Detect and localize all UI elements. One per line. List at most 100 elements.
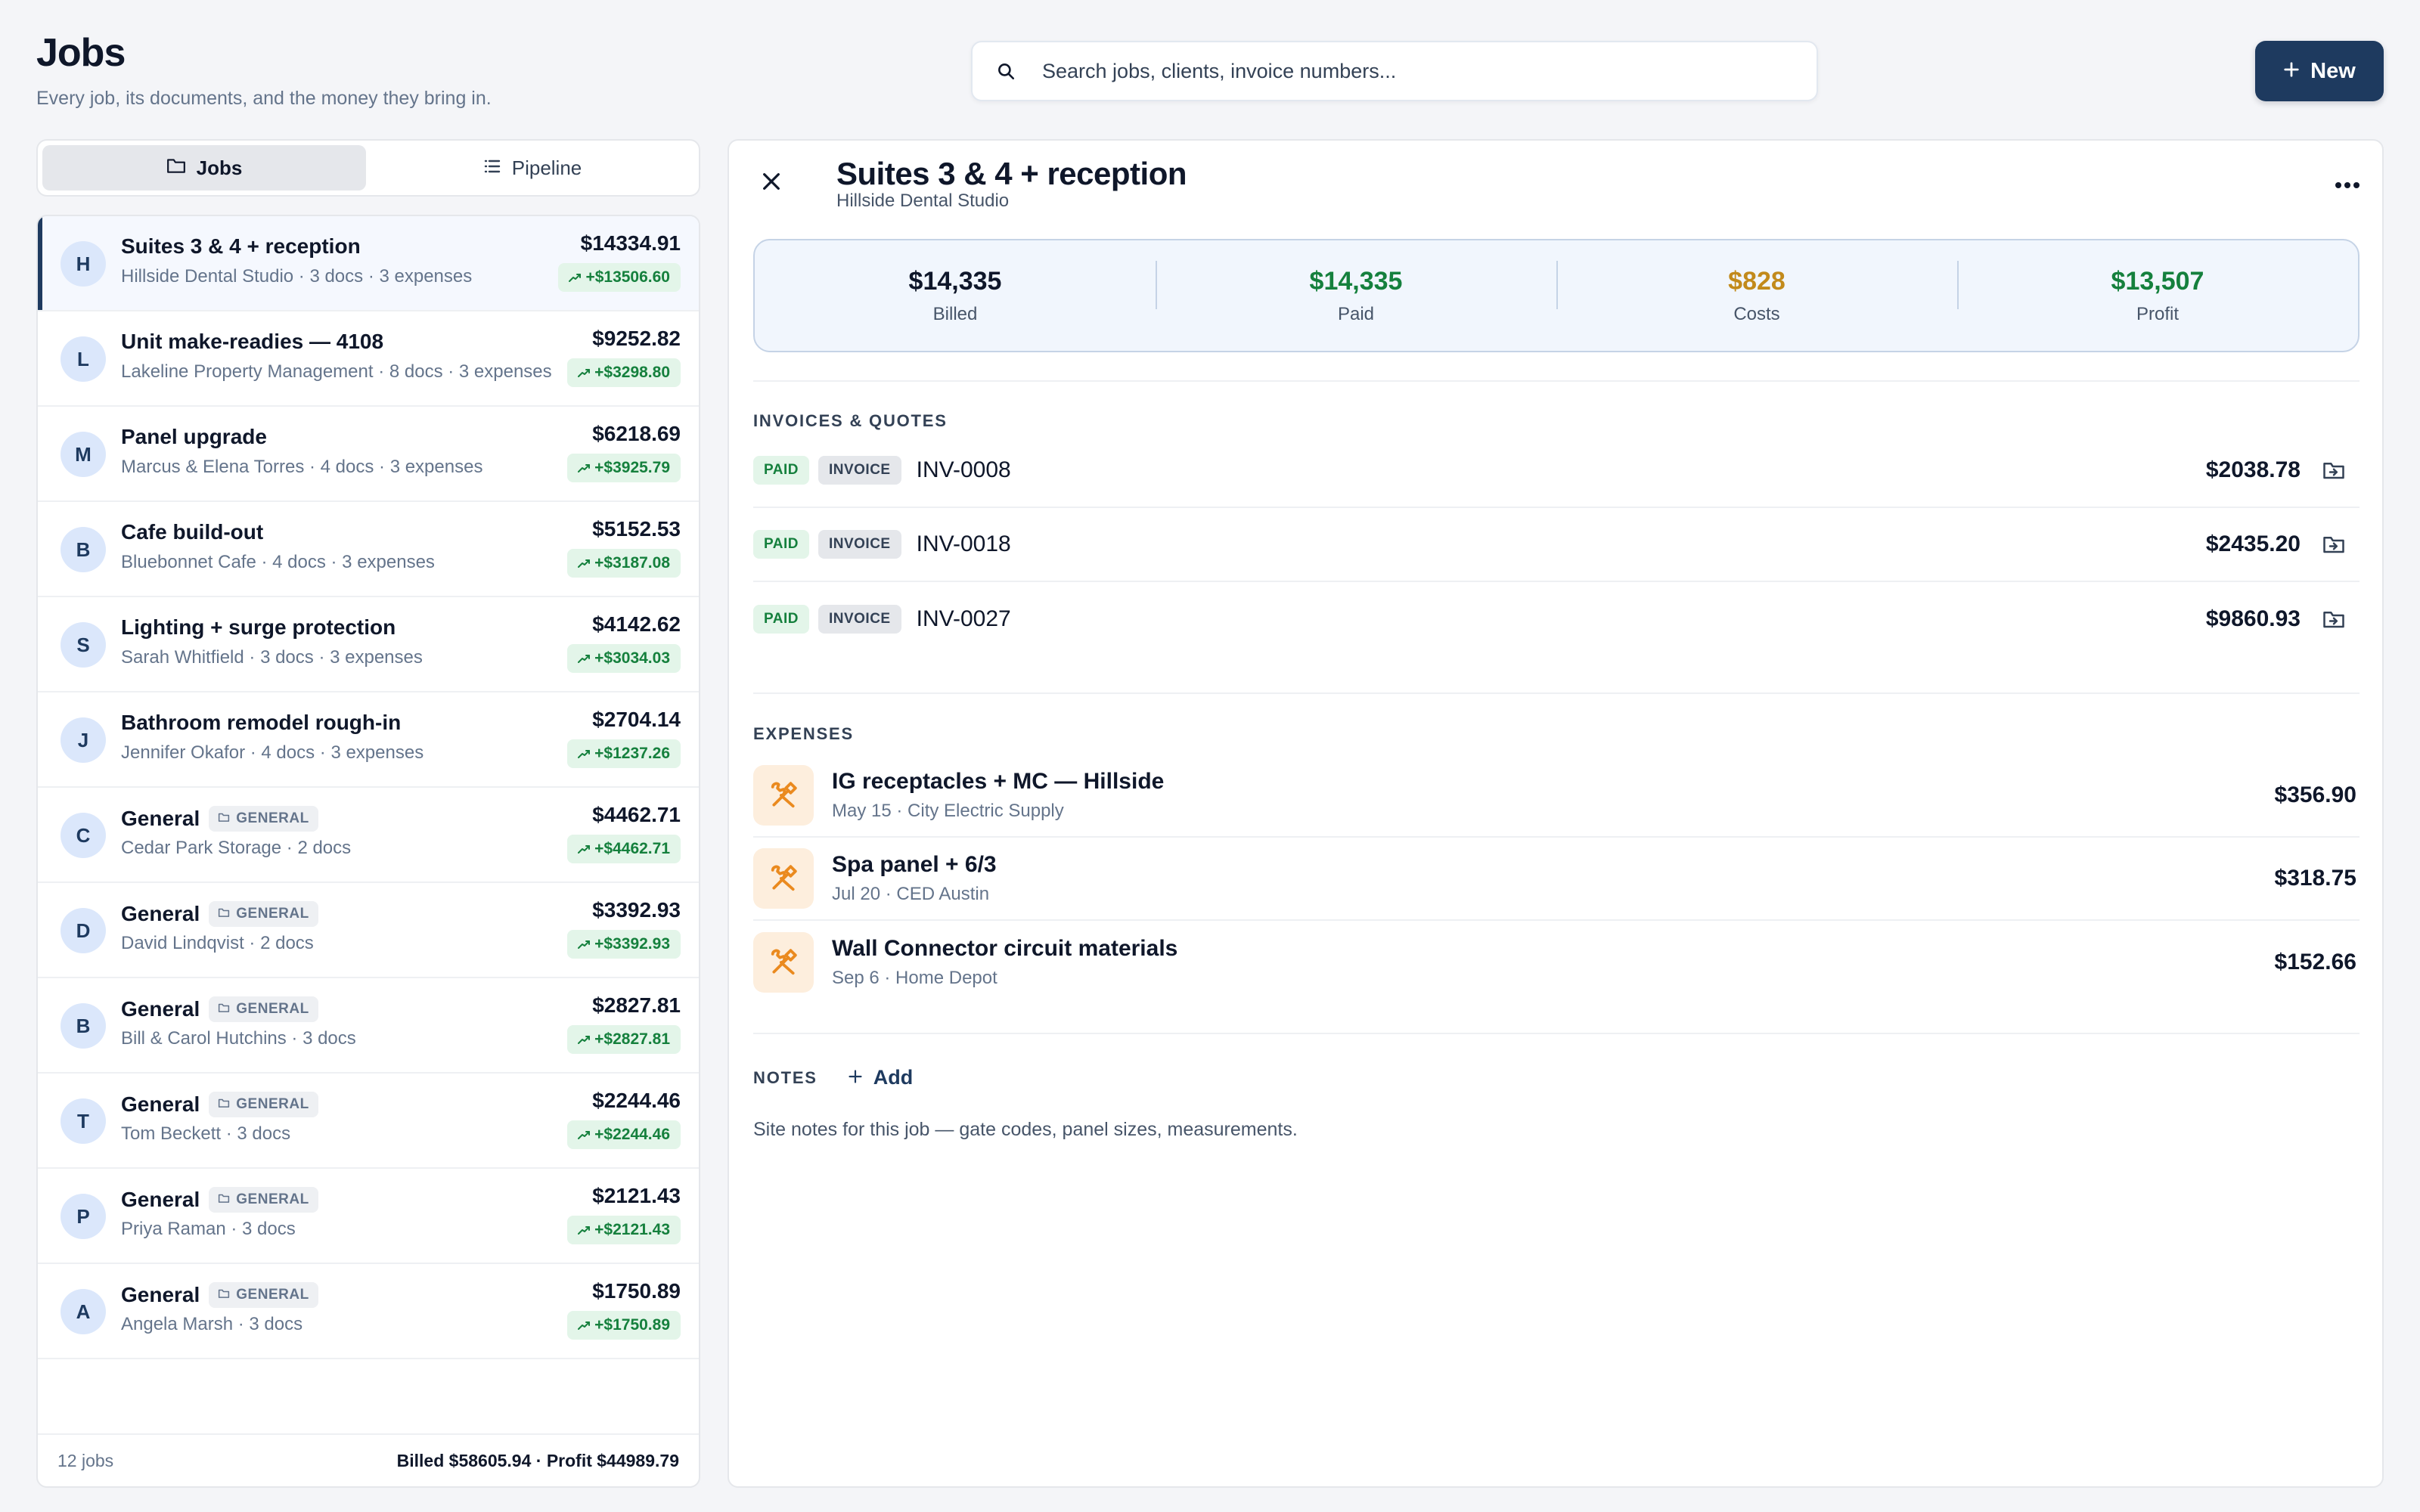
avatar: L [60,336,106,382]
profit-value: +$3298.80 [594,364,670,381]
job-subtitle: Jennifer Okafor · 4 docs · 3 expenses [121,742,424,763]
avatar: B [60,1003,106,1049]
profit-value: +$1750.89 [594,1316,670,1334]
folder-icon [218,906,230,922]
job-summary-stats: $14,335 Billed $14,335 Paid $828 Costs $13,… [753,239,2360,352]
job-amount: $2121.43 [592,1184,681,1207]
invoice-row[interactable]: PAID INVOICE INV-0027 $9860.93 [753,582,2360,656]
more-options-button[interactable] [2326,171,2369,201]
expense-meta: Jul 20 · CED Austin [832,884,990,904]
search-input[interactable] [1042,59,1768,83]
tab-pipeline[interactable]: Pipeline [371,145,694,191]
job-row[interactable]: B General GENERAL Bill & Carol Hutchins … [38,978,699,1074]
expense-name: Wall Connector circuit materials [832,936,1178,961]
job-row[interactable]: L Unit make-readies — 4108 Lakeline Prop… [38,311,699,407]
expense-row[interactable]: Wall Connector circuit materials Sep 6 ·… [753,921,2360,1004]
job-row[interactable]: P General GENERAL Priya Raman · 3 docs $… [38,1169,699,1264]
job-row[interactable]: B Cafe build-out Bluebonnet Cafe · 4 doc… [38,502,699,597]
view-tabs: Jobs Pipeline [36,139,700,197]
general-tag: GENERAL [209,901,318,927]
add-note-button[interactable]: Add [848,1066,913,1089]
invoices-heading: INVOICES & QUOTES [753,411,948,430]
job-title-line: General GENERAL [121,1187,318,1213]
job-row[interactable]: S Lighting + surge protection Sarah Whit… [38,597,699,692]
job-row[interactable]: D General GENERAL David Lindqvist · 2 do… [38,883,699,978]
job-row[interactable]: H Suites 3 & 4 + reception Hillside Dent… [38,216,699,311]
job-amount: $2704.14 [592,708,681,731]
trend-up-icon [578,364,591,382]
job-title: Lighting + surge protection [121,615,396,639]
stat-label: Paid [1337,303,1375,324]
notes-placeholder[interactable]: Site notes for this job — gate codes, pa… [753,1119,1298,1141]
trend-up-icon [569,268,582,287]
invoice-row[interactable]: PAID INVOICE INV-0018 $2435.20 [753,508,2360,582]
general-tag-label: GENERAL [236,1191,309,1207]
job-subtitle: David Lindqvist · 2 docs [121,933,314,953]
job-title: General [121,997,200,1021]
general-tag-label: GENERAL [236,906,309,922]
job-title: Panel upgrade [121,425,267,448]
close-button[interactable] [755,166,788,200]
new-button-label: New [2310,58,2356,83]
move-to-folder-icon[interactable] [2322,607,2346,631]
stat-label: Costs [1733,303,1780,324]
stat-value: $14,335 [908,266,1002,296]
page-subtitle: Every job, its documents, and the money … [36,88,492,109]
divider [753,1033,2360,1034]
invoice-row[interactable]: PAID INVOICE INV-0008 $2038.78 [753,434,2360,508]
stat-label: Profit [2136,303,2179,324]
tab-jobs[interactable]: Jobs [42,145,366,191]
folder-icon [218,1096,230,1113]
notes-header: NOTES Add [753,1066,913,1089]
status-badge: PAID [753,456,809,485]
move-to-folder-icon[interactable] [2322,458,2346,482]
avatar: T [60,1098,106,1144]
profit-value: +$2827.81 [594,1030,670,1048]
invoice-amount: $9860.93 [2205,606,2301,631]
avatar: S [60,622,106,668]
profit-value: +$3392.93 [594,935,670,953]
job-amount: $5152.53 [592,517,681,541]
search-bar[interactable] [971,41,1818,101]
new-button[interactable]: New [2255,41,2384,101]
job-amount: $6218.69 [592,422,681,445]
job-row[interactable]: C General GENERAL Cedar Park Storage · 2… [38,788,699,883]
job-subtitle: Tom Beckett · 3 docs [121,1123,291,1144]
job-title: Unit make-readies — 4108 [121,330,384,353]
profit-value: +$3034.03 [594,649,670,667]
avatar: M [60,432,106,477]
profit-badge: +$13506.60 [558,263,681,292]
plus-icon [848,1066,863,1089]
job-title-line: General GENERAL [121,1282,318,1308]
tools-icon [753,932,814,993]
job-row[interactable]: A General GENERAL Angela Marsh · 3 docs … [38,1264,699,1359]
stat-label: Billed [932,303,978,324]
job-count: 12 jobs [57,1450,114,1470]
expense-text: Spa panel + 6/3 Jul 20 · CED Austin [832,852,997,905]
job-row[interactable]: M Panel upgrade Marcus & Elena Torres · … [38,407,699,502]
job-title-line: General GENERAL [121,901,318,927]
expense-amount: $356.90 [2274,782,2356,807]
general-tag: GENERAL [209,1282,318,1308]
status-badge: PAID [753,530,809,559]
expense-amount: $318.75 [2274,866,2356,891]
expense-row[interactable]: Spa panel + 6/3 Jul 20 · CED Austin $318… [753,838,2360,921]
job-subtitle: Sarah Whitfield · 3 docs · 3 expenses [121,647,423,668]
trend-up-icon [578,1126,591,1144]
detail-title: Suites 3 & 4 + reception [836,156,1187,191]
general-tag: GENERAL [209,1092,318,1117]
stat-costs: $828 Costs [1556,260,1957,325]
expense-row[interactable]: IG receptacles + MC — Hillside May 15 · … [753,754,2360,838]
job-title: General [121,1188,200,1211]
doc-type-badge: INVOICE [818,605,901,634]
avatar: H [60,241,106,287]
job-row[interactable]: J Bathroom remodel rough-in Jennifer Oka… [38,692,699,788]
tools-icon [753,848,814,909]
job-title: General [121,902,200,925]
profit-badge: +$1750.89 [567,1311,681,1340]
job-amount: $3392.93 [592,898,681,922]
move-to-folder-icon[interactable] [2322,532,2346,556]
profit-badge: +$3298.80 [567,358,681,387]
job-row[interactable]: T General GENERAL Tom Beckett · 3 docs $… [38,1074,699,1169]
stat-profit: $13,507 Profit [1957,260,2358,325]
